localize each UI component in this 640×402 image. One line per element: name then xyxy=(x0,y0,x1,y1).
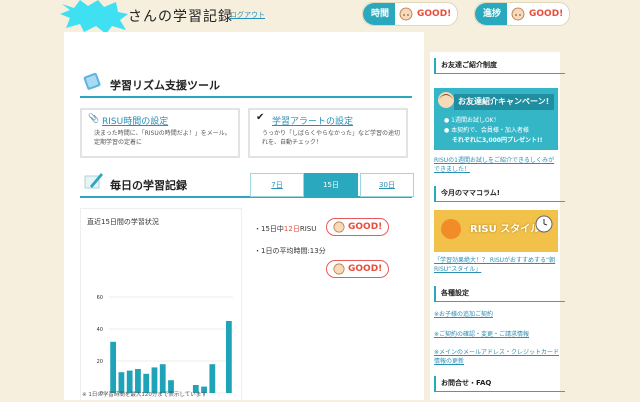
rhythm-section-header: 学習リズム支援ツール xyxy=(80,72,412,98)
y-tick-label: 20 xyxy=(97,359,103,365)
daily-section-title: 毎日の学習記録 xyxy=(110,179,187,192)
add-child-link[interactable]: ※お子様の追加ご契約 xyxy=(434,310,560,319)
days-stat-prefix: ・15日中 xyxy=(254,225,284,233)
friend-campaign-banner[interactable]: お友達紹介キャンペーン! ● 1週間お試しOK！ ● 本契約で、会員様・加入者様… xyxy=(434,88,558,150)
top-bar: さんの学習記録 ログアウト 時間 GOOD! 進捗 GOOD! xyxy=(0,0,640,34)
progress-tag: 進捗 xyxy=(475,3,508,25)
tab-30-days[interactable]: 30日 xyxy=(360,173,414,197)
clock-icon xyxy=(535,215,553,233)
banner-line-3: それぞれに3,000円プレゼント!! xyxy=(452,137,543,144)
friend-referral-heading: お友達ご紹介制度 xyxy=(434,58,565,74)
notebook-icon xyxy=(83,72,101,90)
contract-info-link[interactable]: ※ご契約の確認・変更・ご請求情報 xyxy=(434,330,560,339)
child-face-icon xyxy=(333,221,345,233)
pencil-paper-icon xyxy=(84,173,103,189)
risu-time-card[interactable]: 📎 RISU時間の設定 決まった時間に、「RISUの時間だよ！」をメール。定期学… xyxy=(80,108,240,158)
days-stat-suffix: RISU xyxy=(299,225,317,233)
bar-day-15 xyxy=(225,321,232,393)
time-good-badge: GOOD! xyxy=(417,6,458,22)
risu-time-link[interactable]: RISU時間の設定 xyxy=(102,114,168,127)
contact-faq-heading: お問合せ・FAQ xyxy=(434,376,565,392)
days-good-badge: GOOD! xyxy=(326,218,390,236)
banner-line-2: ● 本契約で、会員様・加入者様 xyxy=(444,127,529,134)
days-stat: ・15日中12日RISU xyxy=(254,224,316,234)
progress-status-pill: 進捗 GOOD! xyxy=(474,2,571,26)
morning-risu-link[interactable]: 「学習効果絶大！？ RISUがおすすめする“朝RISU”スタイル」 xyxy=(434,256,560,274)
sunrise-icon xyxy=(441,219,461,239)
child-face-icon xyxy=(511,7,525,21)
bar-day-7 xyxy=(159,364,166,393)
settings-heading: 各種設定 xyxy=(434,286,565,302)
risu-time-desc: 決まった時間に、「RISUの時間だよ！」をメール。定期学習の定着に xyxy=(94,130,231,146)
y-tick-label: 40 xyxy=(97,327,103,333)
sidebar: お友達ご紹介制度 お友達紹介キャンペーン! ● 1週間お試しOK！ ● 本契約で… xyxy=(430,52,565,400)
risu-style-banner[interactable]: RISU スタイル！ xyxy=(434,210,558,252)
avg-good-badge: GOOD! xyxy=(326,260,390,278)
paperclip-icon: 📎 xyxy=(88,114,100,124)
starburst-icon xyxy=(60,0,128,34)
alert-settings-link[interactable]: 学習アラートの設定 xyxy=(272,114,353,127)
checkmark-icon: ✔ xyxy=(256,112,265,123)
tab-15-days[interactable]: 15日 xyxy=(304,173,358,197)
banner-title: お友達紹介キャンペーン! xyxy=(454,94,554,110)
banner-line-1: ● 1週間お試しOK！ xyxy=(444,117,500,124)
bar-day-1 xyxy=(110,341,117,393)
email-card-update-link[interactable]: ※メインのメールアドレス・クレジットカード情報の更新 xyxy=(434,348,560,366)
page-title: さんの学習記録 xyxy=(128,9,233,25)
girl-avatar-icon xyxy=(438,92,454,108)
progress-good-badge: GOOD! xyxy=(529,6,570,22)
bar-day-13 xyxy=(209,364,216,393)
friend-trial-link[interactable]: RISUの1週間お試しをご紹介できるしくみができました！ xyxy=(434,156,560,174)
alert-card[interactable]: ✔ 学習アラートの設定 うっかり「しばらくやらなかった」など学習の途切れを、自動… xyxy=(248,108,408,158)
chart-title: 直近15日間の学習状況 xyxy=(87,218,159,226)
mama-column-heading: 今月のママコラム! xyxy=(434,186,565,202)
study-bar-chart: 0204060 xyxy=(97,295,233,397)
chart-panel: 直近15日間の学習状況 0 20 40 60 xyxy=(80,208,242,402)
days-good-label: GOOD! xyxy=(348,222,383,232)
alert-desc: うっかり「しばらくやらなかった」など学習の途切れを、自動チェック！ xyxy=(262,130,401,146)
child-face-icon xyxy=(399,7,413,21)
time-tag: 時間 xyxy=(363,3,396,25)
avg-good-label: GOOD! xyxy=(348,264,383,274)
avg-time-stat: ・1日の平均時間:13分 xyxy=(254,247,326,255)
tab-7-days[interactable]: 7日 xyxy=(250,173,304,197)
y-tick-label: 60 xyxy=(97,295,103,301)
child-face-icon xyxy=(333,263,345,275)
time-status-pill: 時間 GOOD! xyxy=(362,2,459,26)
main-content: 学習リズム支援ツール 📎 RISU時間の設定 決まった時間に、「RISUの時間だ… xyxy=(64,32,424,402)
rhythm-section-title: 学習リズム支援ツール xyxy=(110,79,220,92)
chart-note: ※ 1日の学習時間を最大120分まで表示しています xyxy=(82,392,207,398)
days-stat-highlight: 12日 xyxy=(283,225,300,233)
logout-link[interactable]: ログアウト xyxy=(230,10,265,20)
